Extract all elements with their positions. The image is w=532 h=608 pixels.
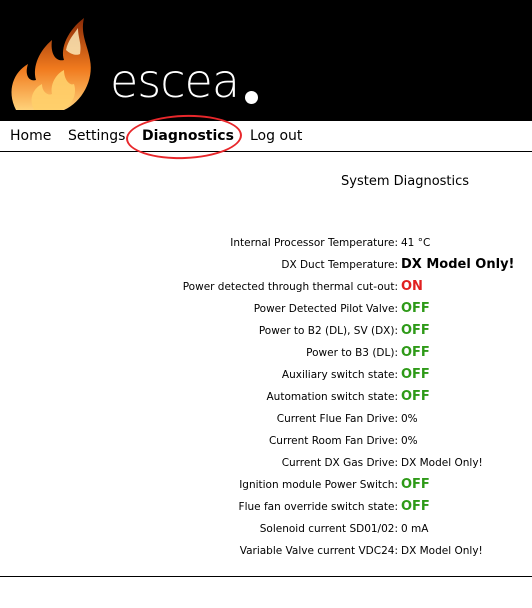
nav-home[interactable]: Home [10, 128, 51, 144]
diagnostic-label: Current DX Gas Drive: [281, 457, 398, 469]
diagnostic-row: Flue fan override switch state: OFF [0, 496, 532, 518]
diagnostic-label: Power to B2 (DL), SV (DX): [258, 325, 398, 337]
diagnostic-label: DX Duct Temperature: [281, 259, 398, 271]
diagnostic-label: Auxiliary switch state: [281, 369, 398, 381]
diagnostic-row: Solenoid current SD01/02: 0 mA [0, 518, 532, 540]
diagnostic-value: OFF [401, 345, 430, 360]
diagnostic-label: Automation switch state: [266, 391, 399, 403]
diagnostic-label: Solenoid current SD01/02: [259, 523, 398, 535]
diagnostic-row: DX Duct Temperature: DX Model Only! [0, 254, 532, 276]
diagnostic-label: Variable Valve current VDC24: [239, 545, 398, 557]
diagnostic-label: Power to B3 (DL): [306, 347, 398, 359]
diagnostic-value: 0 mA [401, 523, 429, 535]
diagnostic-value: 0% [401, 435, 418, 447]
logo-dot [245, 91, 258, 104]
page-title: System Diagnostics [341, 174, 470, 189]
diagnostic-row: Current DX Gas Drive: DX Model Only! [0, 452, 532, 474]
diagnostic-value: DX Model Only! [401, 257, 515, 272]
nav-settings[interactable]: Settings [68, 128, 125, 144]
diagnostic-row: Power to B3 (DL): OFF [0, 342, 532, 364]
diagnostic-value: OFF [401, 323, 430, 338]
diagnostic-value: OFF [401, 499, 430, 514]
footer-divider [0, 576, 532, 577]
escea-logo: escea [110, 54, 240, 108]
diagnostics-list: Internal Processor Temperature: 41 °C DX D… [0, 232, 532, 562]
diagnostic-label: Current Room Fan Drive: [268, 435, 398, 447]
diagnostic-row: Variable Valve current VDC24: DX Model On… [0, 540, 532, 562]
diagnostic-label: Flue fan override switch state: [238, 501, 398, 513]
diagnostic-row: Automation switch state: OFF [0, 386, 532, 408]
flame-icon [11, 18, 91, 110]
diagnostic-value: OFF [401, 367, 430, 382]
diagnostic-row: Internal Processor Temperature: 41 °C [0, 232, 532, 254]
top-nav: Home Settings Diagnostics Log out [0, 121, 532, 152]
diagnostic-value: DX Model Only! [401, 545, 483, 557]
diagnostic-label: Power detected through thermal cut-out: [182, 281, 398, 293]
diagnostic-value: OFF [401, 389, 430, 404]
diagnostic-value: 41 °C [401, 237, 431, 249]
diagnostic-value: 0% [401, 413, 418, 425]
header-banner: escea [0, 0, 532, 121]
diagnostic-row: Auxiliary switch state: OFF [0, 364, 532, 386]
diagnostic-row: Power detected through thermal cut-out: O… [0, 276, 532, 298]
diagnostic-value: OFF [401, 477, 430, 492]
diagnostic-label: Internal Processor Temperature: [230, 237, 398, 249]
diagnostic-value: ON [401, 279, 423, 294]
diagnostic-value: DX Model Only! [401, 457, 483, 469]
diagnostic-label: Ignition module Power Switch: [239, 479, 398, 491]
diagnostic-row: Ignition module Power Switch: OFF [0, 474, 532, 496]
diagnostic-label: Power Detected Pilot Valve: [253, 303, 398, 315]
diagnostic-row: Power to B2 (DL), SV (DX): OFF [0, 320, 532, 342]
diagnostic-row: Current Room Fan Drive: 0% [0, 430, 532, 452]
diagnostic-label: Current Flue Fan Drive: [276, 413, 398, 425]
diagnostic-row: Power Detected Pilot Valve: OFF [0, 298, 532, 320]
nav-logout[interactable]: Log out [250, 128, 302, 144]
diagnostic-value: OFF [401, 301, 430, 316]
diagnostic-row: Current Flue Fan Drive: 0% [0, 408, 532, 430]
